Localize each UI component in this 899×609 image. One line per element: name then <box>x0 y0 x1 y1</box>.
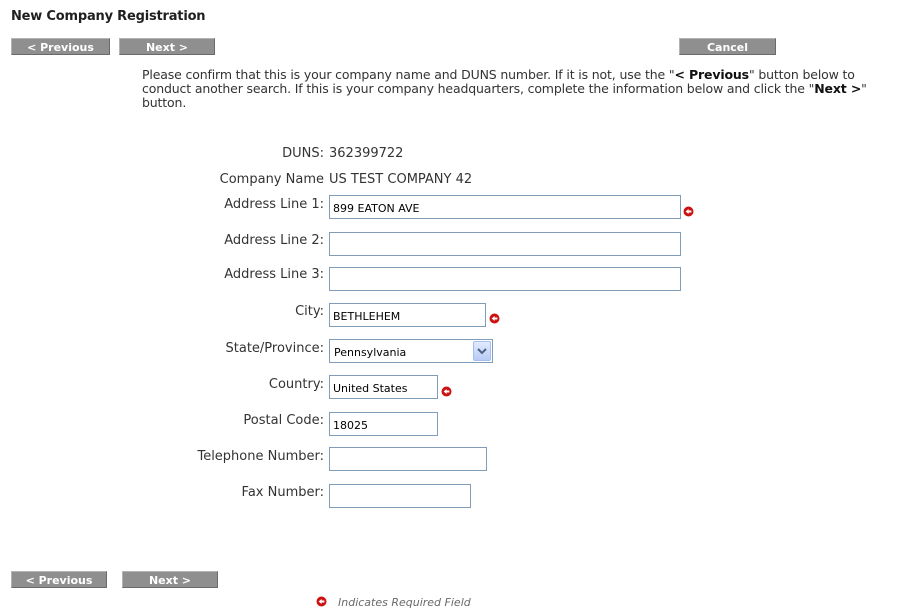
address-line-1-input[interactable]: 899 EATON AVE <box>329 195 681 219</box>
cancel-button[interactable]: Cancel <box>679 38 776 55</box>
state-province-selected-value: Pennsylvania <box>334 346 407 359</box>
next-button-top[interactable]: Next > <box>119 38 215 55</box>
state-province-select[interactable]: Pennsylvania <box>329 339 493 363</box>
instructions-previous-ref: < Previous <box>674 67 749 82</box>
required-field-icon <box>489 313 500 324</box>
company-name-label: Company Name <box>219 172 324 187</box>
duns-value: 362399722 <box>329 146 404 161</box>
city-label: City: <box>295 304 324 319</box>
city-input[interactable]: BETHLEHEM <box>329 303 486 327</box>
required-field-icon <box>683 206 694 217</box>
duns-label: DUNS: <box>282 146 324 161</box>
company-name-value: US TEST COMPANY 42 <box>329 172 473 187</box>
chevron-down-icon <box>477 348 487 355</box>
instructions-part-1: Please confirm that this is your company… <box>142 67 675 82</box>
next-button-bottom[interactable]: Next > <box>122 571 218 588</box>
address-line-3-input[interactable] <box>329 267 681 291</box>
fax-input[interactable] <box>329 484 471 508</box>
fax-label: Fax Number: <box>241 485 324 500</box>
telephone-label: Telephone Number: <box>197 449 324 464</box>
required-field-icon <box>316 596 327 607</box>
country-label: Country: <box>268 377 324 392</box>
instructions-text: Please confirm that this is your company… <box>142 68 898 110</box>
country-input[interactable]: United States <box>329 375 438 399</box>
address-line-2-label: Address Line 2: <box>224 233 324 248</box>
page-title: New Company Registration <box>11 9 206 24</box>
state-dropdown-button[interactable] <box>473 341 491 361</box>
telephone-input[interactable] <box>329 447 487 471</box>
required-field-icon <box>441 386 452 397</box>
required-field-note: Indicates Required Field <box>338 596 471 609</box>
state-province-label: State/Province: <box>225 341 324 356</box>
address-line-3-label: Address Line 3: <box>224 267 324 282</box>
previous-button-top[interactable]: < Previous <box>11 38 110 55</box>
postal-code-label: Postal Code: <box>243 413 324 428</box>
previous-button-bottom[interactable]: < Previous <box>11 571 107 588</box>
postal-code-input[interactable]: 18025 <box>329 412 438 436</box>
address-line-2-input[interactable] <box>329 232 681 256</box>
address-line-1-label: Address Line 1: <box>224 197 324 212</box>
instructions-next-ref: Next > <box>814 81 862 96</box>
